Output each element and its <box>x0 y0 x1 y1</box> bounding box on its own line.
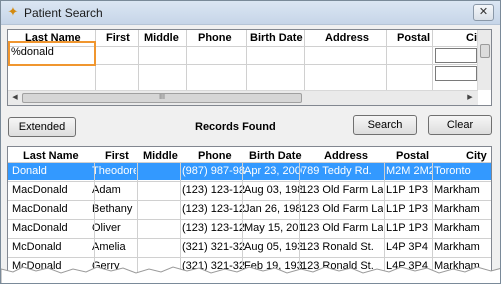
cell-last-name: Donald <box>12 165 47 177</box>
vertical-scrollbar[interactable] <box>477 30 491 90</box>
title-bar: ✦ Patient Search ✕ <box>1 1 500 25</box>
cell-city: Markham <box>434 241 480 253</box>
results-col-middle[interactable]: Middle <box>143 150 178 162</box>
search-col-middle: Middle <box>144 32 179 44</box>
horizontal-scroll-thumb[interactable]: III <box>22 93 302 103</box>
cell-address: 123 Ronald St. <box>301 241 374 253</box>
cell-postal: M2M 2M2 <box>386 165 432 177</box>
cell-last-name: McDonald <box>12 241 62 253</box>
table-row-selected[interactable]: Donald Theodore (987) 987-9874 Apr 23, 2… <box>8 162 491 180</box>
cell-birth-date: Aug 05, 1932 <box>244 241 302 253</box>
cell-address: 123 Old Farm Lane <box>301 184 383 196</box>
city-search-input-2[interactable] <box>435 66 477 81</box>
results-col-postal[interactable]: Postal <box>396 150 429 162</box>
table-row[interactable]: MacDonald Adam (123) 123-1234 Aug 03, 19… <box>8 181 491 199</box>
cell-city: Markham <box>434 203 480 215</box>
horizontal-scrollbar[interactable]: ◀ III ▶ <box>8 90 478 105</box>
cell-postal: L1P 1P3 <box>386 222 429 234</box>
column-divider <box>186 30 187 90</box>
cell-city: Markham <box>434 222 480 234</box>
city-search-input[interactable] <box>435 48 477 63</box>
cell-first: Oliver <box>92 222 121 234</box>
search-col-city: Ci <box>466 32 477 44</box>
results-col-last-name[interactable]: Last Name <box>23 150 79 162</box>
scroll-right-arrow-icon[interactable]: ▶ <box>464 92 476 104</box>
search-criteria-grid: Last Name First Middle Phone Birth Date … <box>7 29 492 106</box>
search-col-postal: Postal <box>397 32 431 44</box>
patient-search-window: ✦ Patient Search ✕ Last Name First Middl… <box>0 0 501 284</box>
last-name-highlight <box>8 41 96 66</box>
window-title: Patient Search <box>24 6 103 20</box>
cell-city: Toronto <box>434 165 471 177</box>
column-divider <box>386 30 387 90</box>
table-row[interactable]: MacDonald Oliver (123) 123-1234 May 15, … <box>8 219 491 237</box>
cell-postal: L1P 1P3 <box>386 203 429 215</box>
extended-button[interactable]: Extended <box>8 117 76 137</box>
table-row[interactable]: McDonald Amelia (321) 321-3216 Aug 05, 1… <box>8 238 491 256</box>
close-button[interactable]: ✕ <box>473 4 494 21</box>
table-row[interactable]: MacDonald Bethany (123) 123-1234 Jan 26,… <box>8 200 491 218</box>
cell-phone: (321) 321-3216 <box>182 241 245 253</box>
cell-birth-date: May 15, 2011 <box>244 222 302 234</box>
cell-address: 123 Old Farm Lane <box>301 222 383 234</box>
cell-phone: (123) 123-1234 <box>182 222 245 234</box>
column-divider <box>304 30 305 90</box>
scroll-left-arrow-icon[interactable]: ◀ <box>9 92 21 104</box>
search-button[interactable]: Search <box>353 115 417 135</box>
search-col-address: Address <box>325 32 370 44</box>
results-col-phone[interactable]: Phone <box>198 150 232 162</box>
cell-phone: (123) 123-1234 <box>182 203 245 215</box>
vertical-scroll-thumb[interactable] <box>480 44 490 58</box>
cell-first: Adam <box>92 184 121 196</box>
records-found-label: Records Found <box>195 121 276 133</box>
cell-first: Theodore <box>92 165 136 177</box>
cell-city: Markham <box>434 184 480 196</box>
cell-phone: (987) 987-9874 <box>182 165 245 177</box>
search-col-first: First <box>106 32 130 44</box>
cell-birth-date: Aug 03, 1982 <box>244 184 302 196</box>
cell-last-name: MacDonald <box>12 222 68 234</box>
cell-first: Bethany <box>92 203 133 215</box>
cell-address: 123 Old Farm Lane <box>301 203 383 215</box>
column-divider <box>432 30 433 90</box>
cell-last-name: MacDonald <box>12 203 68 215</box>
cell-last-name: MacDonald <box>12 184 68 196</box>
app-icon: ✦ <box>7 4 19 19</box>
cell-phone: (123) 123-1234 <box>182 184 245 196</box>
cell-birth-date: Jan 26, 1986 <box>244 203 302 215</box>
clear-button[interactable]: Clear <box>428 115 492 135</box>
column-divider <box>138 30 139 90</box>
cell-postal: L1P 1P3 <box>386 184 429 196</box>
search-col-birth-date: Birth Date <box>250 32 303 44</box>
results-col-city[interactable]: City <box>466 150 487 162</box>
results-grid: Last Name First Middle Phone Birth Date … <box>7 146 492 276</box>
cell-address: 789 Teddy Rd. <box>301 165 372 177</box>
cell-birth-date: Apr 23, 2000 <box>244 165 302 177</box>
search-col-phone: Phone <box>198 32 232 44</box>
results-col-birth-date[interactable]: Birth Date <box>249 150 302 162</box>
cell-first: Amelia <box>92 241 126 253</box>
results-col-address[interactable]: Address <box>324 150 368 162</box>
cell-postal: L4P 3P4 <box>386 241 429 253</box>
results-col-first[interactable]: First <box>105 150 129 162</box>
column-divider <box>246 30 247 90</box>
torn-edge-decoration <box>1 266 500 283</box>
